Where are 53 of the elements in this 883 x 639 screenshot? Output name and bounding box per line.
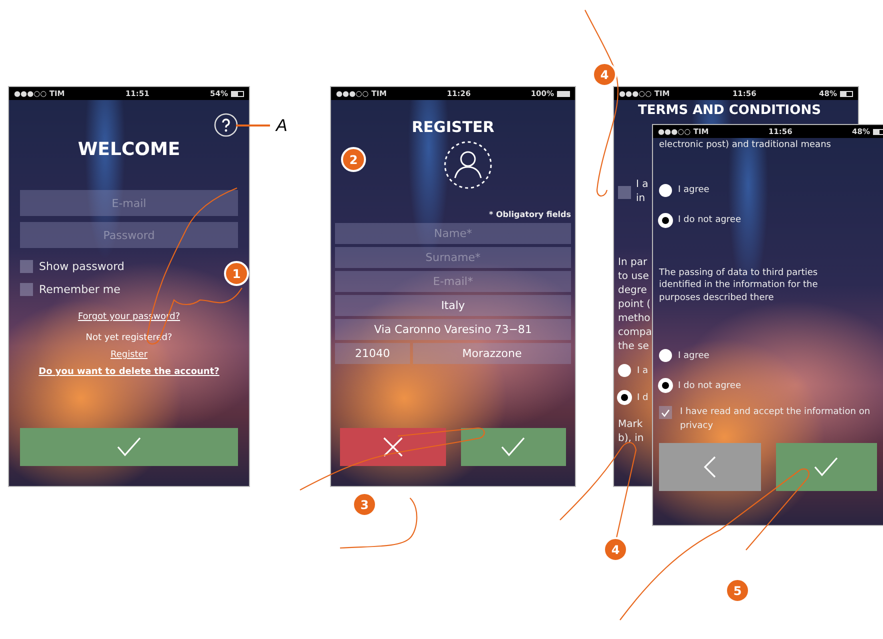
screen-title: TERMS AND CONDITIONS [637, 103, 822, 118]
forgot-password-link[interactable]: Forgot your password? [78, 312, 180, 322]
check-icon [813, 456, 840, 478]
step-badge: 5 [725, 578, 750, 603]
radio-button[interactable] [659, 349, 672, 362]
battery-icon [840, 90, 853, 97]
checkbox-label: I a in [636, 178, 648, 206]
checkbox[interactable] [20, 283, 33, 296]
check-icon [661, 408, 670, 417]
radio-label: I a [637, 366, 648, 376]
checkbox-label: Remember me [39, 283, 120, 296]
radio-button[interactable] [659, 379, 672, 392]
checkbox[interactable] [20, 260, 33, 273]
radio-label: I agree [678, 350, 710, 361]
privacy-consent-label: I have read and accept the information on privacy [680, 406, 872, 433]
battery-icon [557, 90, 570, 97]
prompt-text: Not yet registered? [86, 333, 172, 343]
delete-account-link[interactable]: Do you want to delete the account? [38, 367, 220, 377]
checkbox-label: Show password [39, 260, 124, 273]
screen-title: WELCOME [76, 139, 182, 160]
chevron-left-icon [702, 455, 717, 480]
checkbox[interactable] [618, 186, 631, 198]
paragraph-text: Mark b), in [618, 418, 644, 446]
check-icon [116, 436, 142, 458]
battery-icon [873, 128, 883, 135]
register-link[interactable]: Register [110, 350, 148, 360]
radio-label: I do not agree [678, 380, 741, 391]
radio-label: I agree [678, 185, 710, 196]
step-badge: 3 [352, 492, 377, 517]
obligatory-note: * Obligatory fields [489, 210, 571, 219]
annotation-letter: A [276, 116, 288, 136]
help-icon[interactable] [214, 113, 238, 137]
check-icon [500, 436, 526, 458]
paragraph-text: electronic post) and traditional means [659, 139, 831, 152]
avatar-icon[interactable] [443, 140, 493, 190]
step-badge: 4 [592, 62, 617, 87]
checkbox[interactable] [659, 406, 672, 420]
radio-label: I d [637, 392, 648, 402]
paragraph-text: The passing of data to third parties identified in the information for the purposes described there [659, 266, 819, 304]
radio-button[interactable] [659, 214, 672, 227]
radio-button[interactable] [618, 391, 631, 404]
radio-button[interactable] [618, 364, 631, 377]
radio-button[interactable] [659, 184, 672, 197]
cancel-button[interactable] [340, 428, 446, 466]
step-badge: 4 [603, 537, 628, 562]
screen-title: REGISTER [410, 118, 496, 136]
paragraph-text: In par to use degre point ( metho compa the se [618, 256, 652, 354]
step-badge: 2 [341, 147, 366, 172]
step-badge: 1 [224, 261, 249, 286]
battery-icon [231, 90, 244, 97]
radio-label: I do not agree [678, 215, 741, 226]
close-icon [382, 436, 404, 458]
leader-line [236, 124, 270, 127]
